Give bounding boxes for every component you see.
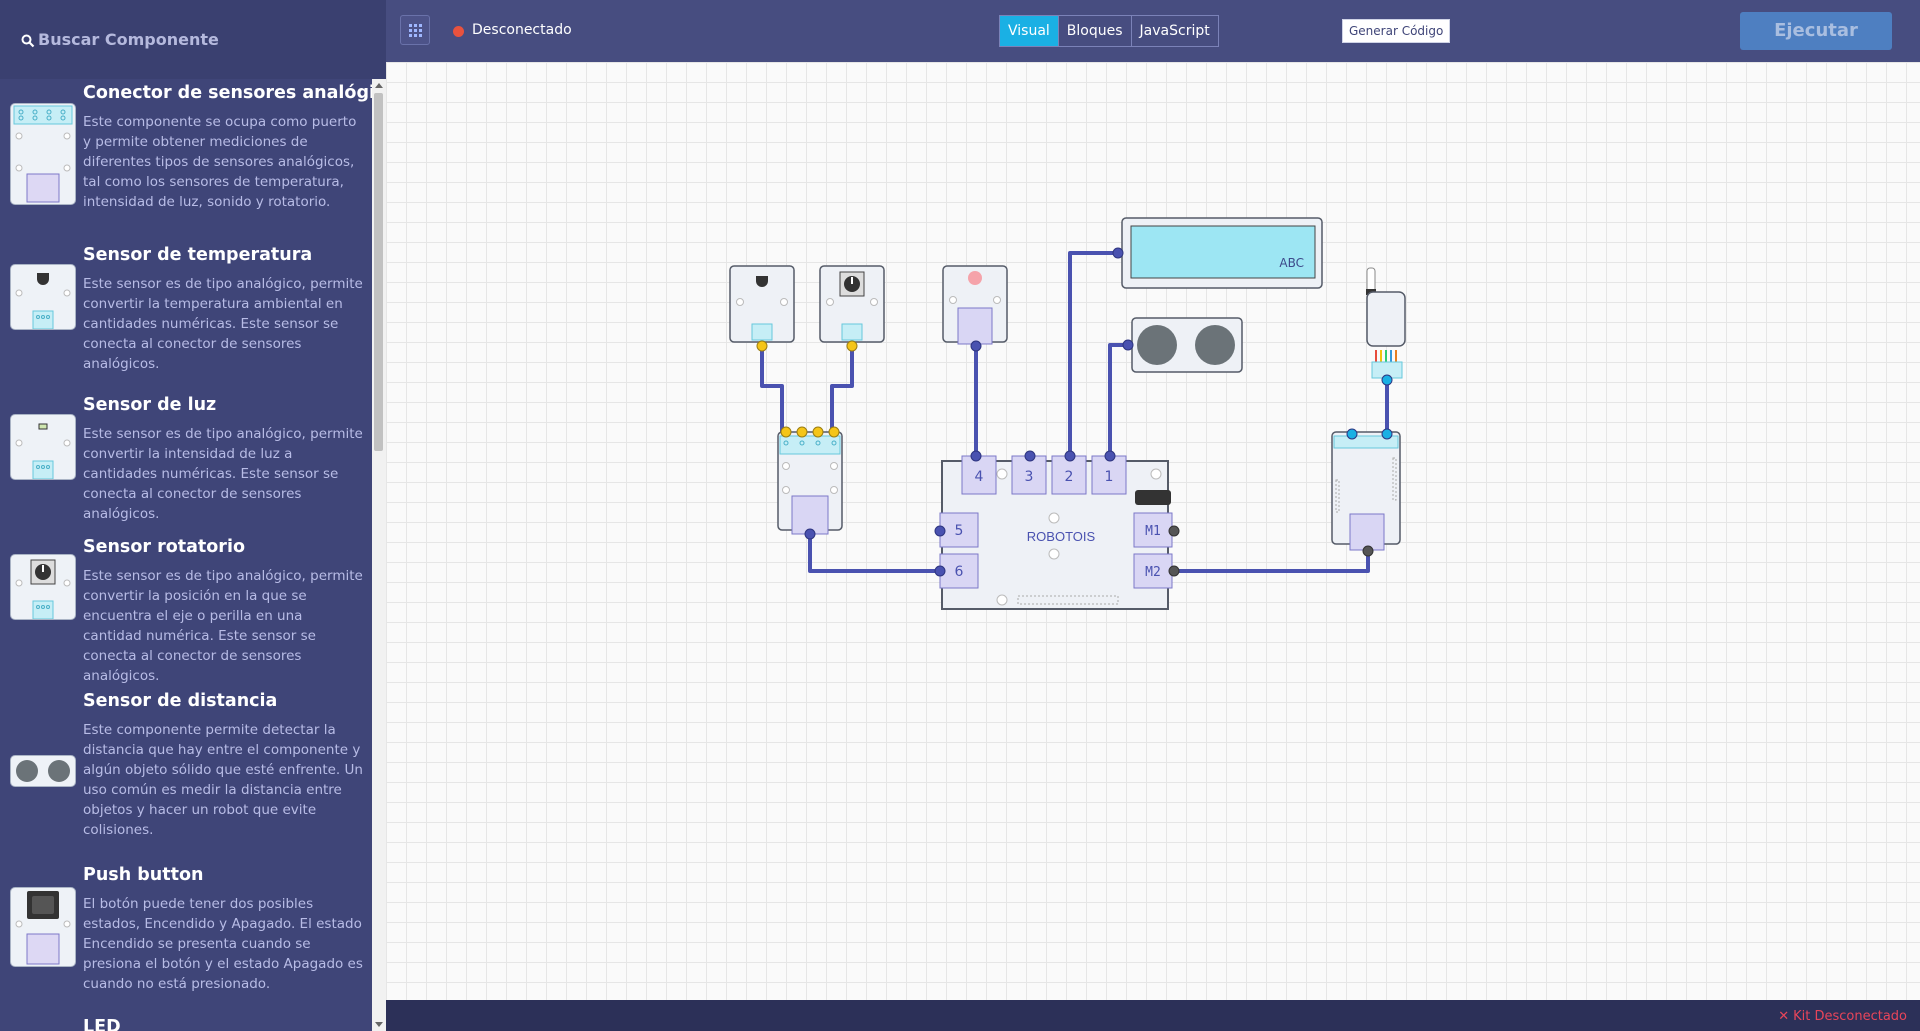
tab-bloques[interactable]: Bloques bbox=[1058, 16, 1132, 46]
port-label-m2: M2 bbox=[1145, 565, 1161, 580]
run-button[interactable]: Ejecutar bbox=[1740, 12, 1892, 50]
component-description: El botón puede tener dos posibles estado… bbox=[83, 896, 363, 992]
kit-status: ✕ Kit Desconectado bbox=[1778, 1009, 1907, 1024]
close-x-icon: ✕ bbox=[1778, 1009, 1790, 1024]
temperature-sensor-module[interactable] bbox=[729, 265, 795, 352]
workspace-canvas[interactable]: 4 3 2 1 5 6 M1 M2 ROBOTOIS ABC bbox=[386, 62, 1920, 1000]
component-name: Sensor de luz bbox=[83, 395, 217, 415]
port-label-6: 6 bbox=[955, 564, 964, 580]
component-item-push-button[interactable]: Push button El botón puede tener dos pos… bbox=[0, 865, 372, 1005]
scrollbar-thumb[interactable] bbox=[374, 93, 383, 451]
port-label-4: 4 bbox=[975, 469, 984, 485]
lcd-display-module[interactable]: ABC bbox=[1112, 217, 1323, 289]
push-button-module[interactable] bbox=[942, 265, 1008, 352]
component-item-light-sensor[interactable]: Sensor de luz Este sensor es de tipo ana… bbox=[0, 395, 372, 522]
kit-status-text: Kit Desconectado bbox=[1793, 1009, 1907, 1024]
light-sensor-thumbnail bbox=[10, 414, 76, 480]
connection-status-dot bbox=[453, 26, 464, 37]
connection-status-text: Desconectado bbox=[472, 22, 572, 38]
port-label-3: 3 bbox=[1025, 469, 1034, 485]
tab-visual[interactable]: Visual bbox=[1000, 16, 1059, 46]
port-label-m1: M1 bbox=[1145, 524, 1161, 539]
scroll-down-arrow-icon[interactable] bbox=[375, 1022, 383, 1027]
generate-code-button[interactable]: Generar Código bbox=[1342, 19, 1451, 43]
push-button-thumbnail bbox=[10, 887, 76, 967]
component-name: Conector de sensores analógicos bbox=[83, 83, 372, 103]
status-footer: ✕ Kit Desconectado bbox=[386, 1000, 1920, 1031]
port-label-5: 5 bbox=[955, 523, 964, 539]
port-label-1: 1 bbox=[1105, 469, 1114, 485]
tab-javascript[interactable]: JavaScript bbox=[1131, 16, 1218, 46]
component-item-analog-connector[interactable]: Conector de sensores analógicos Este com… bbox=[0, 83, 372, 233]
component-item-rotary-sensor[interactable]: Sensor rotatorio Este sensor es de tipo … bbox=[0, 537, 372, 684]
distance-sensor-module[interactable] bbox=[1122, 317, 1243, 373]
servo-motor[interactable] bbox=[1366, 267, 1406, 386]
component-item-distance-sensor[interactable]: Sensor de distancia Este componente perm… bbox=[0, 691, 372, 851]
analog-connector-module[interactable] bbox=[777, 426, 843, 540]
component-name: Sensor de temperatura bbox=[83, 245, 313, 265]
analog-connector-thumbnail bbox=[10, 103, 76, 205]
scroll-up-arrow-icon[interactable] bbox=[375, 83, 383, 88]
top-toolbar: Desconectado Visual Bloques JavaScript G… bbox=[386, 0, 1920, 62]
component-sidebar: Buscar Componente Conector de sensores a… bbox=[0, 0, 386, 1031]
circuit-diagram: 4 3 2 1 5 6 M1 M2 ROBOTOIS ABC bbox=[729, 217, 1406, 610]
component-item-led[interactable]: LED bbox=[0, 1017, 372, 1031]
lcd-text: ABC bbox=[1279, 256, 1304, 270]
distance-sensor-thumbnail bbox=[10, 755, 76, 787]
view-tabs: Visual Bloques JavaScript bbox=[999, 15, 1219, 47]
component-name: Push button bbox=[83, 865, 204, 885]
rotary-sensor-thumbnail bbox=[10, 554, 76, 620]
component-name: Sensor rotatorio bbox=[83, 537, 245, 557]
rotary-sensor-module[interactable] bbox=[819, 265, 885, 352]
component-description: Este sensor es de tipo analógico, permit… bbox=[83, 568, 363, 684]
component-description: Este componente permite detectar la dist… bbox=[83, 722, 363, 838]
temperature-sensor-thumbnail bbox=[10, 264, 76, 330]
search-component[interactable]: Buscar Componente bbox=[0, 0, 386, 79]
apps-grid-button[interactable] bbox=[400, 15, 430, 45]
component-list: Conector de sensores analógicos Este com… bbox=[0, 79, 372, 1031]
component-name: LED bbox=[83, 1017, 121, 1031]
grid-icon bbox=[409, 24, 422, 37]
board-label: ROBOTOIS bbox=[1027, 529, 1096, 544]
search-label: Buscar Componente bbox=[38, 30, 219, 49]
component-description: Este sensor es de tipo analógico, permit… bbox=[83, 276, 363, 372]
motor-driver-module[interactable] bbox=[1331, 428, 1401, 557]
sidebar-scrollbar[interactable] bbox=[372, 79, 386, 1031]
component-item-temperature-sensor[interactable]: Sensor de temperatura Este sensor es de … bbox=[0, 245, 372, 383]
component-description: Este componente se ocupa como puerto y p… bbox=[83, 114, 357, 210]
component-name: Sensor de distancia bbox=[83, 691, 278, 711]
search-icon bbox=[21, 34, 35, 48]
port-label-2: 2 bbox=[1065, 469, 1074, 485]
robotois-main-board[interactable]: 4 3 2 1 5 6 M1 M2 ROBOTOIS bbox=[934, 450, 1180, 610]
component-description: Este sensor es de tipo analógico, permit… bbox=[83, 426, 363, 522]
